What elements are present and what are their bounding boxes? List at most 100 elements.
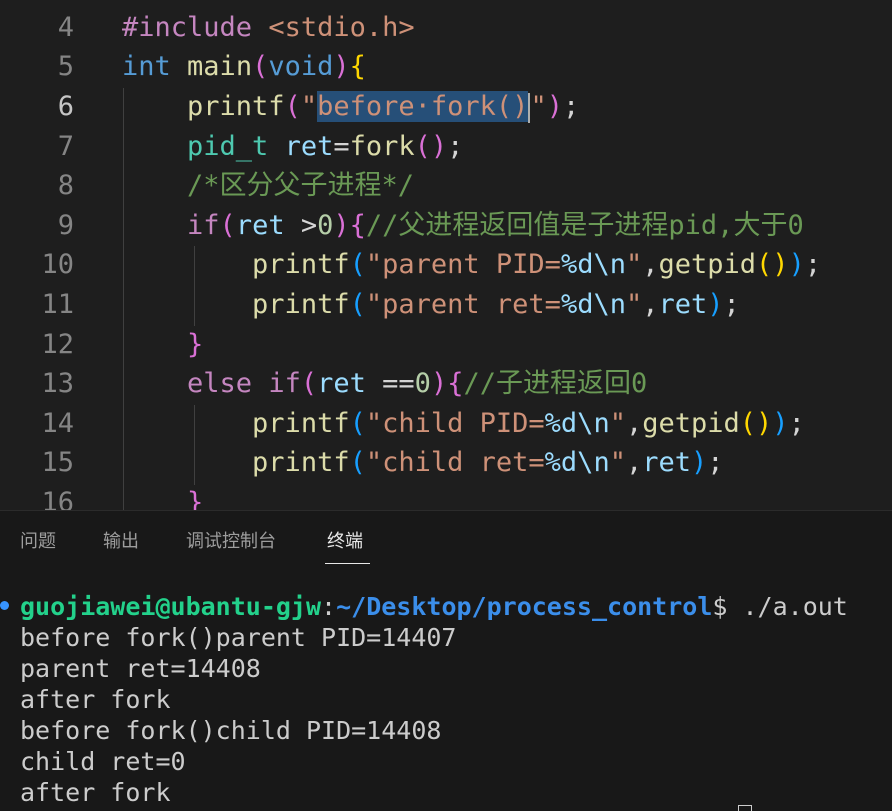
code-text: /*区分父子进程*/ [122, 166, 414, 206]
code-token: if [268, 368, 301, 399]
code-text: printf("child ret=%d\n",ret); [122, 443, 724, 483]
terminal-output-line: before fork()parent PID=14407 [20, 623, 457, 652]
code-token: } [187, 487, 204, 510]
terminal-output-line: before fork()child PID=14408 [20, 716, 442, 745]
code-token: () [414, 131, 448, 162]
code-token: ( [300, 368, 318, 399]
code-token: if [187, 210, 220, 241]
code-line[interactable]: 5 int main(void){ [0, 47, 892, 87]
code-token: ) [430, 368, 448, 399]
code-token: , [625, 447, 643, 478]
code-text: printf("parent PID=%d\n",getpid()); [122, 245, 821, 285]
code-line[interactable]: 9 if(ret >0){//父进程返回值是子进程pid,大于0 [0, 206, 892, 246]
line-number: 13 [41, 368, 74, 399]
code-token: " [609, 408, 626, 439]
code-token: printf [187, 91, 285, 122]
tab-terminal[interactable]: 终端 [327, 527, 363, 557]
code-editor[interactable]: 4 #include <stdio.h> 5 int main(void){6 pri… [0, 0, 892, 510]
line-number: 16 [41, 487, 74, 510]
code-token: /*区分父子进程*/ [187, 170, 415, 201]
line-number: 6 [57, 91, 74, 122]
code-line[interactable]: 7 pid_t ret=fork(); [0, 127, 892, 167]
code-token: == [365, 368, 415, 399]
code-line[interactable]: 4 #include <stdio.h> [0, 8, 892, 48]
code-token: ; [723, 289, 740, 320]
code-token: ) [546, 91, 563, 122]
code-line[interactable]: 8 /*区分父子进程*/ [0, 166, 892, 206]
code-line[interactable]: 14 printf("child PID=%d\n",getpid()); [0, 404, 892, 444]
code-token: , [642, 249, 659, 280]
line-number: 5 [57, 51, 74, 82]
code-token: , [625, 408, 643, 439]
code-token: " [300, 91, 318, 122]
code-text: } [122, 325, 203, 365]
code-token: ; [707, 447, 724, 478]
code-token: { [447, 368, 464, 399]
code-text: printf("child PID=%d\n",getpid()); [122, 404, 805, 444]
tab-debug-console[interactable]: 调试控制台 [186, 527, 276, 557]
code-token: ret [284, 131, 334, 162]
line-number: 10 [41, 249, 74, 280]
code-token: "child ret= [365, 447, 545, 478]
terminal-prompt-line: guojiawei@ubantu-gjw:~/Desktop/process_c… [20, 591, 848, 622]
code-line[interactable]: 12 } [0, 325, 892, 365]
terminal-output-line: parent ret=14408 [20, 654, 261, 683]
code-text: if(ret >0){//父进程返回值是子进程pid,大于0 [122, 206, 804, 246]
active-tab-indicator [325, 563, 370, 564]
bottom-panel: 问题 输出 调试控制台 终端 guojiawei@ubantu-gjw:~/De… [0, 510, 892, 811]
code-token: " [625, 249, 643, 280]
code-token: ( [349, 447, 366, 478]
code-token: ) [333, 51, 350, 82]
code-line[interactable]: 15 printf("child ret=%d\n",ret); [0, 443, 892, 483]
code-token: ) [788, 249, 805, 280]
code-token: "parent ret= [365, 289, 561, 320]
code-token: %d\n [560, 249, 626, 280]
line-number: 8 [57, 170, 74, 201]
code-token: printf [252, 289, 350, 320]
code-text: else if(ret ==0){//子进程返回0 [122, 364, 647, 404]
code-token: ret [317, 368, 366, 399]
code-token: , [642, 289, 659, 320]
code-token: " [530, 91, 547, 122]
terminal-command: ./a.out [742, 592, 848, 621]
code-token: ; [447, 131, 464, 162]
code-line[interactable]: 11 printf("parent ret=%d\n",ret); [0, 285, 892, 325]
prompt-separator: : [321, 592, 337, 621]
code-token: 0 [317, 210, 334, 241]
line-number: 11 [41, 289, 74, 320]
line-number: 12 [41, 329, 74, 360]
selected-token: before·fork() [317, 91, 529, 122]
code-text: #include <stdio.h> [122, 8, 415, 48]
code-line[interactable]: 10 printf("parent PID=%d\n",getpid()); [0, 245, 892, 285]
code-token: ( [252, 51, 269, 82]
code-token: fork [349, 131, 415, 162]
code-text: printf("parent ret=%d\n",ret); [122, 285, 740, 325]
code-line[interactable]: 13 else if(ret ==0){//子进程返回0 [0, 364, 892, 404]
tab-output[interactable]: 输出 [103, 527, 139, 557]
tab-problems[interactable]: 问题 [20, 527, 56, 557]
code-token: () [756, 249, 789, 280]
code-token: "parent PID= [365, 249, 561, 280]
code-token: } [187, 329, 204, 360]
code-token: %d\n [544, 447, 610, 478]
code-token: getpid [658, 249, 757, 280]
code-line[interactable]: 6 printf("before·fork()"); [0, 87, 892, 127]
code-token: #include [122, 12, 269, 43]
line-number: 4 [57, 12, 74, 43]
code-token: main [187, 51, 253, 82]
code-token: > [284, 210, 318, 241]
code-token: printf [252, 249, 350, 280]
code-token: ( [349, 408, 366, 439]
code-token: ; [788, 408, 805, 439]
code-line[interactable]: 16 } [0, 483, 892, 510]
code-token: () [739, 408, 773, 439]
code-token: printf [252, 408, 350, 439]
code-text: pid_t ret=fork(); [122, 127, 463, 167]
code-token: ; [562, 91, 580, 122]
